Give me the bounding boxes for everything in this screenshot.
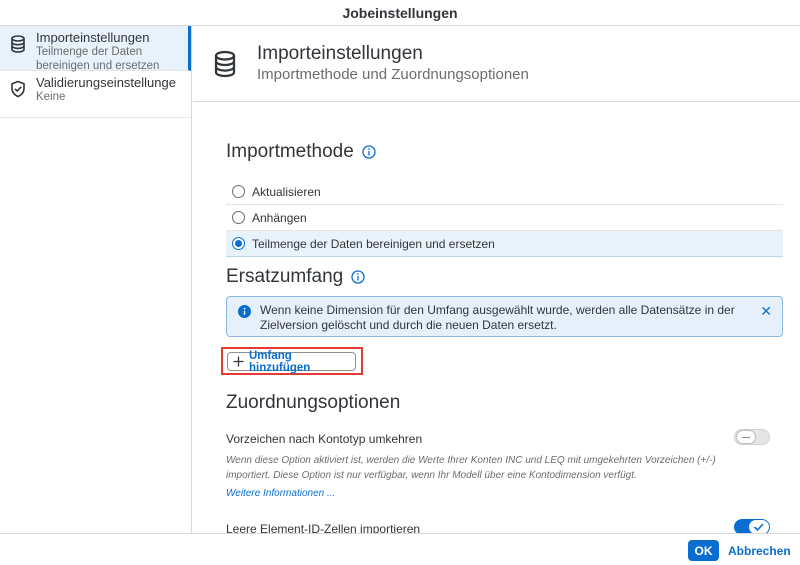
dialog-title-bar: Jobeinstellungen	[0, 0, 800, 26]
add-scope-button-label: Umfang hinzufügen	[249, 349, 311, 374]
reverse-sign-description: Wenn diese Option aktiviert ist, werden …	[226, 455, 716, 481]
sidebar: Importeinstellungen Teilmenge der Daten …	[0, 26, 192, 533]
toggle-knob	[749, 520, 769, 533]
radio-button[interactable]	[232, 237, 245, 250]
sidebar-item-title: Importeinstellungen	[36, 30, 150, 45]
database-icon	[193, 50, 257, 78]
sidebar-item-subtitle: Keine	[36, 91, 66, 103]
info-icon[interactable]	[362, 145, 376, 159]
close-icon[interactable]: ✕	[760, 303, 772, 320]
scope-section-title: Ersatzumfang	[226, 266, 365, 288]
dialog-title: Jobeinstellungen	[342, 4, 458, 21]
sidebar-item-title: Validierungseinstellunge	[36, 75, 176, 90]
reverse-sign-option-label: Vorzeichen nach Kontotyp umkehren	[226, 432, 423, 446]
add-scope-button[interactable]: Umfang hinzufügen	[227, 349, 356, 374]
mapping-heading: Zuordnungsoptionen	[226, 392, 401, 413]
page-header: Importeinstellungen Importmethode und Zu…	[193, 26, 800, 102]
empty-id-cells-toggle[interactable]	[734, 519, 770, 533]
highlight-box: Umfang hinzufügen	[221, 347, 363, 375]
info-message-strip: Wenn keine Dimension für den Umfang ausg…	[226, 296, 783, 337]
radio-option-append[interactable]: Anhängen	[226, 205, 783, 231]
dialog-footer: OK Abbrechen	[0, 533, 800, 565]
radio-option-update[interactable]: Aktualisieren	[226, 179, 783, 205]
sidebar-item-subtitle: Teilmenge der Daten bereinigen und erset…	[36, 46, 160, 72]
empty-id-cells-option-label: Leere Element-ID-Zellen importieren	[226, 522, 421, 533]
import-method-heading: Importmethode	[226, 141, 354, 162]
page-title: Importeinstellungen	[257, 42, 423, 64]
shield-icon	[0, 71, 36, 98]
radio-option-label: Teilmenge der Daten bereinigen und erset…	[252, 236, 495, 251]
settings-content: Importmethode Aktualisieren Anhängen Tei…	[193, 103, 800, 533]
cancel-button[interactable]: Abbrechen	[728, 540, 791, 561]
plus-icon	[233, 356, 244, 367]
import-method-section-title: Importmethode	[226, 141, 376, 163]
info-filled-icon	[238, 305, 251, 323]
radio-button[interactable]	[232, 185, 245, 198]
ok-button[interactable]: OK	[688, 540, 719, 561]
check-icon	[753, 523, 764, 532]
radio-option-label: Anhängen	[252, 210, 307, 225]
info-message-text: Wenn keine Dimension für den Umfang ausg…	[260, 303, 735, 332]
radio-option-clean-and-replace[interactable]: Teilmenge der Daten bereinigen und erset…	[226, 231, 783, 257]
scope-heading: Ersatzumfang	[226, 266, 344, 287]
sidebar-item-validation-settings[interactable]: Validierungseinstellunge Keine	[0, 71, 191, 118]
mapping-section-title: Zuordnungsoptionen	[226, 392, 400, 414]
database-icon	[0, 26, 36, 53]
sidebar-item-import-settings[interactable]: Importeinstellungen Teilmenge der Daten …	[0, 26, 191, 72]
info-icon[interactable]	[351, 270, 365, 284]
toggle-knob	[736, 430, 756, 444]
reverse-sign-toggle[interactable]	[734, 429, 770, 445]
page-subtitle: Importmethode und Zuordnungsoptionen	[257, 65, 529, 83]
more-info-link[interactable]: Weitere Informationen ...	[226, 488, 335, 499]
radio-option-label: Aktualisieren	[252, 184, 321, 199]
radio-button[interactable]	[232, 211, 245, 224]
